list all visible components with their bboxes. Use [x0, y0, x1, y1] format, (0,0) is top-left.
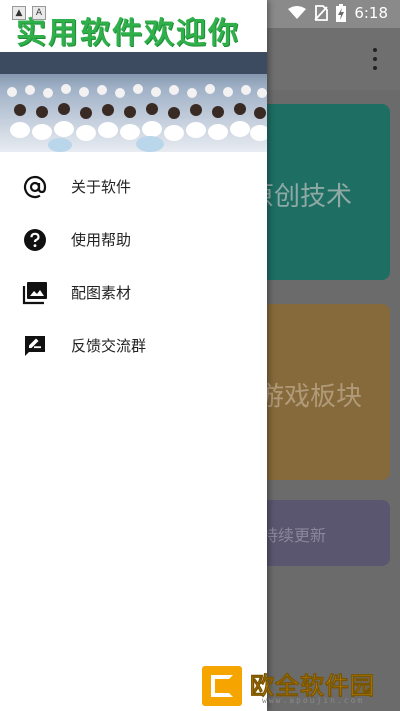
no-sim-icon — [314, 5, 329, 21]
status-icons: 6:18 — [288, 4, 388, 22]
menu-label-help: 使用帮助 — [71, 231, 132, 249]
photo-library-icon — [22, 280, 48, 306]
notification-image-icon: ▲ — [12, 6, 26, 20]
help-circle-icon — [22, 227, 48, 253]
navigation-drawer: 实用软件欢迎你 关于软件 使用帮助 配图素材 反馈交流群 — [0, 0, 267, 711]
battery-charging-icon — [336, 4, 347, 22]
drawer-header: 实用软件欢迎你 — [0, 0, 267, 152]
card-label: 游戏板块 — [258, 382, 363, 412]
menu-label-feedback: 反馈交流群 — [71, 337, 147, 355]
status-notifications: ▲ A — [12, 6, 46, 20]
menu-item-assets[interactable]: 配图素材 — [0, 266, 267, 319]
menu-item-about[interactable]: 关于软件 — [0, 160, 267, 213]
overflow-menu-icon[interactable] — [372, 48, 378, 70]
menu-label-assets: 配图素材 — [71, 284, 132, 302]
header-photo — [0, 52, 267, 152]
menu-item-feedback[interactable]: 反馈交流群 — [0, 319, 267, 372]
watermark-url: www.apoujin.com — [262, 696, 365, 705]
watermark-logo-icon — [202, 666, 242, 706]
notification-text-icon: A — [32, 6, 46, 20]
feedback-icon — [22, 333, 48, 359]
drawer-title: 实用软件欢迎你 — [16, 16, 240, 51]
menu-item-help[interactable]: 使用帮助 — [0, 213, 267, 266]
drawer-menu: 关于软件 使用帮助 配图素材 反馈交流群 — [0, 160, 267, 372]
watermark: 欧全软件园 www.apoujin.com — [200, 662, 400, 711]
card-label: 持续更新 — [262, 526, 327, 545]
at-sign-icon — [22, 174, 48, 200]
wifi-icon — [288, 6, 307, 19]
menu-label-about: 关于软件 — [71, 178, 132, 196]
status-time: 6:18 — [354, 4, 388, 22]
